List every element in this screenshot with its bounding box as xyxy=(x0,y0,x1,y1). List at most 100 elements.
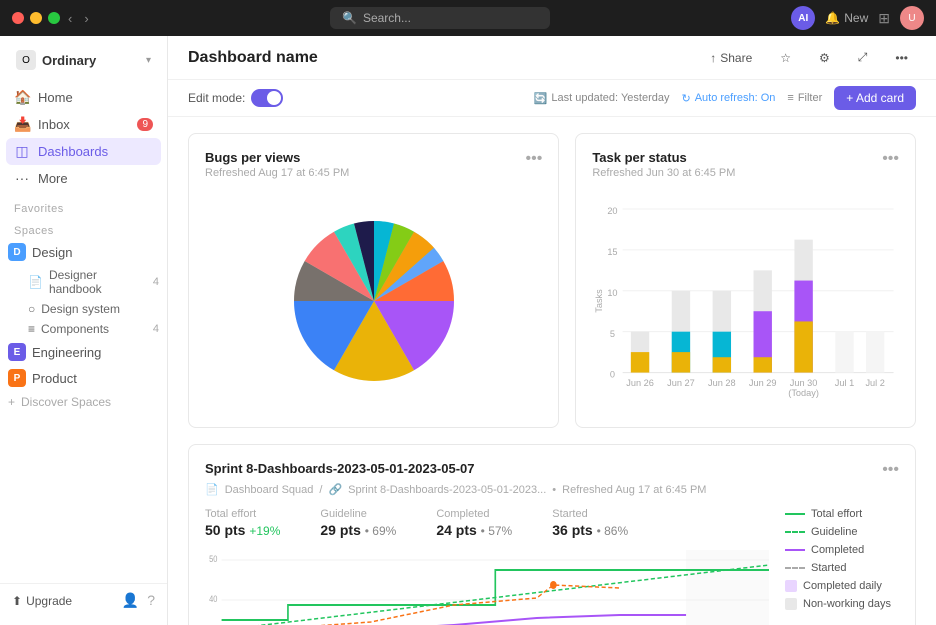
main-content: Dashboard name ↑ Share ☆ ⚙ ⤢ ••• xyxy=(168,36,936,625)
svg-text:Jul 1: Jul 1 xyxy=(835,378,854,388)
settings-button[interactable]: ⚙ xyxy=(811,47,838,69)
sidebar-item-dashboards[interactable]: ◫ Dashboards xyxy=(6,138,161,165)
sprint-title: Sprint 8-Dashboards-2023-05-01-2023-05-0… xyxy=(205,461,475,476)
inbox-icon: 📥 xyxy=(14,116,30,133)
edit-mode-label: Edit mode: xyxy=(188,91,245,105)
legend-label: Guideline xyxy=(811,526,857,538)
metric-label: Completed xyxy=(436,508,512,520)
metric-label: Total effort xyxy=(205,508,280,520)
sidebar-item-design-system[interactable]: ○ Design system xyxy=(0,299,167,319)
metric-guideline: Guideline 29 pts • 69% xyxy=(320,508,396,538)
grid-icon[interactable]: ⊞ xyxy=(878,10,890,27)
auto-refresh-icon: ↻ xyxy=(681,92,690,105)
sidebar-item-designer-handbook[interactable]: 📄 Designer handbook 4 xyxy=(0,265,167,299)
maximize-button[interactable] xyxy=(48,12,60,24)
help-icon[interactable]: ? xyxy=(147,592,155,609)
add-card-button[interactable]: + Add card xyxy=(834,86,916,110)
sidebar-item-more[interactable]: ··· More xyxy=(6,165,161,191)
task-chart-more-button[interactable]: ••• xyxy=(882,150,899,168)
toolbar-right: 🔄 Last updated: Yesterday ↻ Auto refresh… xyxy=(534,86,916,110)
metric-positive: +19% xyxy=(249,524,280,538)
designer-handbook-count: 4 xyxy=(153,276,159,288)
close-button[interactable] xyxy=(12,12,24,24)
edit-mode-toggle[interactable]: Edit mode: xyxy=(188,89,283,107)
sprint-refresh-label: Refreshed Aug 17 at 6:45 PM xyxy=(562,484,706,496)
task-bar-chart: 20 15 10 5 0 Tasks xyxy=(592,191,899,411)
designer-handbook-label: Designer handbook xyxy=(49,268,147,296)
upgrade-label: Upgrade xyxy=(26,594,72,608)
chevron-down-icon: ▾ xyxy=(146,55,151,66)
metric-percent: • 57% xyxy=(481,524,513,538)
toolbar: Edit mode: 🔄 Last updated: Yesterday ↻ A… xyxy=(168,80,936,117)
share-button[interactable]: ↑ Share xyxy=(702,47,760,69)
sidebar-item-components[interactable]: ≡ Components 4 xyxy=(0,319,167,339)
svg-text:Jun 26: Jun 26 xyxy=(627,378,655,388)
forward-button[interactable]: › xyxy=(84,11,88,26)
new-button[interactable]: 🔔 New xyxy=(825,11,868,25)
metric-label: Started xyxy=(552,508,628,520)
expand-button[interactable]: ⤢ xyxy=(850,46,876,69)
discover-label: Discover Spaces xyxy=(21,395,111,409)
svg-text:Jun 29: Jun 29 xyxy=(749,378,777,388)
sprint-metrics: Total effort 50 pts +19% Guideline 29 pt… xyxy=(205,508,769,538)
sidebar-nav: 🏠 Home 📥 Inbox 9 ◫ Dashboards ··· More xyxy=(0,80,167,195)
sidebar: O Ordinary ▾ 🏠 Home 📥 Inbox 9 ◫ Dashboar… xyxy=(0,36,168,625)
user-icon[interactable]: 👤 xyxy=(122,592,139,609)
search-icon: 🔍 xyxy=(342,11,357,25)
sidebar-item-inbox[interactable]: 📥 Inbox 9 xyxy=(6,111,161,138)
back-button[interactable]: ‹ xyxy=(68,11,72,26)
sidebar-item-design[interactable]: D Design xyxy=(0,239,167,265)
svg-text:Tasks: Tasks xyxy=(595,289,605,313)
search-bar[interactable]: 🔍 Search... xyxy=(330,7,550,29)
legend-item-started: Started xyxy=(785,562,899,574)
toggle-switch[interactable] xyxy=(251,89,283,107)
refresh-icon: 🔄 xyxy=(534,92,548,105)
svg-text:10: 10 xyxy=(608,288,618,298)
gear-icon: ⚙ xyxy=(819,51,830,65)
task-chart-title: Task per status xyxy=(592,150,735,165)
more-icon: ••• xyxy=(895,51,908,65)
minimize-button[interactable] xyxy=(30,12,42,24)
sidebar-footer: ⬆ Upgrade 👤 ? xyxy=(0,583,167,617)
svg-text:50: 50 xyxy=(209,554,218,564)
workspace-selector[interactable]: O Ordinary ▾ xyxy=(4,44,163,76)
svg-text:20: 20 xyxy=(608,206,618,216)
legend-item-completed-daily: Completed daily xyxy=(785,580,899,592)
design-system-label: Design system xyxy=(41,302,120,316)
legend-line-total-effort xyxy=(785,513,805,515)
sprint-header: Sprint 8-Dashboards-2023-05-01-2023-05-0… xyxy=(205,461,899,479)
auto-refresh-toggle[interactable]: ↻ Auto refresh: On xyxy=(681,92,775,105)
chart-row-1: Bugs per views Refreshed Aug 17 at 6:45 … xyxy=(188,133,916,428)
doc-icon: 📄 xyxy=(205,483,219,496)
bugs-chart-title: Bugs per views xyxy=(205,150,349,165)
discover-spaces-button[interactable]: + Discover Spaces xyxy=(0,391,167,413)
filter-button[interactable]: ≡ Filter xyxy=(787,92,822,104)
sprint-meta1: Dashboard Squad xyxy=(225,484,314,496)
task-chart-card: Task per status Refreshed Jun 30 at 6:45… xyxy=(575,133,916,428)
metric-total-effort: Total effort 50 pts +19% xyxy=(205,508,280,538)
favorites-section-label: Favorites xyxy=(0,195,167,217)
header-actions: ↑ Share ☆ ⚙ ⤢ ••• xyxy=(702,46,916,69)
avatar[interactable]: U xyxy=(900,6,924,30)
sprint-legend: Total effort Guideline Completed St xyxy=(769,508,899,625)
sidebar-item-engineering[interactable]: E Engineering xyxy=(0,339,167,365)
design-space-badge: D xyxy=(8,243,26,261)
sidebar-item-product[interactable]: P Product xyxy=(0,365,167,391)
legend-label: Completed xyxy=(811,544,864,556)
sprint-line-chart: 50 40 30 xyxy=(205,550,769,625)
plus-icon: + xyxy=(8,395,15,409)
more-options-button[interactable]: ••• xyxy=(887,47,916,69)
metric-percent: • 86% xyxy=(597,524,629,538)
bugs-chart-more-button[interactable]: ••• xyxy=(526,150,543,168)
star-button[interactable]: ☆ xyxy=(772,47,799,69)
ai-badge[interactable]: AI xyxy=(791,6,815,30)
svg-text:Jun 28: Jun 28 xyxy=(708,378,736,388)
sprint-more-button[interactable]: ••• xyxy=(882,461,899,479)
upgrade-button[interactable]: ⬆ Upgrade xyxy=(12,594,72,608)
design-space-label: Design xyxy=(32,245,72,260)
metric-value: 24 pts • 57% xyxy=(436,522,512,538)
circle-icon: ○ xyxy=(28,302,35,316)
metric-completed: Completed 24 pts • 57% xyxy=(436,508,512,538)
last-updated-indicator: 🔄 Last updated: Yesterday xyxy=(534,92,670,105)
sidebar-item-home[interactable]: 🏠 Home xyxy=(6,84,161,111)
